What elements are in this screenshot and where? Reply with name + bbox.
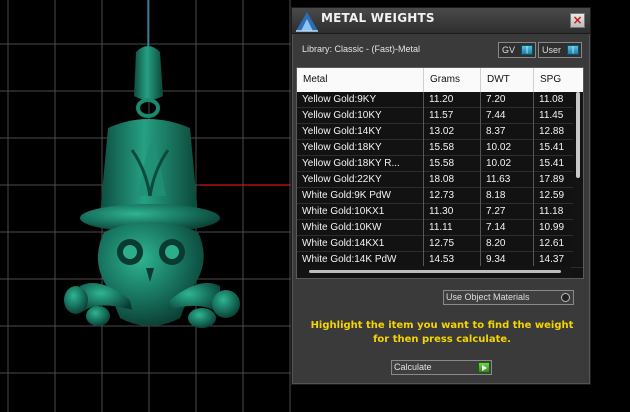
use-object-materials-option[interactable]: Use Object Materials <box>443 290 574 305</box>
toggle-on-icon: | <box>521 45 533 55</box>
user-toggle-label: User <box>542 45 562 55</box>
cell-dwt: 8.37 <box>481 124 534 140</box>
table-row[interactable]: Yellow Gold:9KY 11.20 7.20 11.08 <box>297 92 583 108</box>
calculate-label: Calculate <box>394 362 432 372</box>
instructions-text: Highlight the item you want to find the … <box>304 319 580 347</box>
table-row[interactable]: Yellow Gold:10KY 11.57 7.44 11.45 <box>297 108 583 124</box>
cell-grams: 13.02 <box>424 124 481 140</box>
cell-metal: Yellow Gold:22KY <box>297 172 424 188</box>
horizontal-scroll-thumb[interactable] <box>309 270 561 273</box>
table-row[interactable]: White Gold:10KW 11.11 7.14 10.99 <box>297 220 583 236</box>
user-library-toggle[interactable]: User | <box>538 42 582 58</box>
cell-metal: Yellow Gold:9KY <box>297 92 424 108</box>
table-body: Yellow Gold:9KY 11.20 7.20 11.08 Yellow Gold… <box>297 92 583 268</box>
cell-metal: White Gold:10KX1 <box>297 204 424 220</box>
cell-metal: White Gold:14KX1 <box>297 236 424 252</box>
table-header: Metal Grams DWT SPG <box>297 68 583 92</box>
cell-dwt: 8.20 <box>481 236 534 252</box>
metal-weights-table[interactable]: Metal Grams DWT SPG Yellow Gold:9KY 11.20… <box>296 67 584 279</box>
cell-metal: Yellow Gold:18KY R... <box>297 156 424 172</box>
close-button[interactable]: × <box>570 13 585 28</box>
toggle-on-icon: | <box>567 45 579 55</box>
cell-dwt: 7.44 <box>481 108 534 124</box>
column-header-metal[interactable]: Metal <box>297 68 424 92</box>
dialog-titlebar[interactable]: METAL WEIGHTS × <box>292 8 590 34</box>
library-label: Library: Classic - (Fast)-Metal <box>302 44 421 54</box>
cell-grams: 12.75 <box>424 236 481 252</box>
gv-toggle-label: GV <box>502 45 516 55</box>
radio-icon[interactable] <box>561 293 570 302</box>
play-arrow-icon <box>478 362 490 373</box>
vertical-scroll-thumb[interactable] <box>576 92 580 178</box>
cell-dwt: 7.14 <box>481 220 534 236</box>
table-row[interactable]: White Gold:14KX1 12.75 8.20 12.61 <box>297 236 583 252</box>
cell-dwt: 11.63 <box>481 172 534 188</box>
cell-metal: Yellow Gold:18KY <box>297 140 424 156</box>
cell-grams: 11.57 <box>424 108 481 124</box>
dialog-title: METAL WEIGHTS <box>321 11 435 25</box>
cell-grams: 12.73 <box>424 188 481 204</box>
metal-weights-dialog: METAL WEIGHTS × Library: Classic - (Fast… <box>291 7 591 385</box>
cell-metal: Yellow Gold:14KY <box>297 124 424 140</box>
table-row[interactable]: White Gold:10KX1 11.30 7.27 11.18 <box>297 204 583 220</box>
cell-metal: White Gold:10KW <box>297 220 424 236</box>
horizontal-scrollbar[interactable] <box>297 266 571 278</box>
close-icon: × <box>572 13 583 27</box>
cell-grams: 11.11 <box>424 220 481 236</box>
table-row[interactable]: Yellow Gold:18KY 15.58 10.02 15.41 <box>297 140 583 156</box>
cell-dwt: 7.27 <box>481 204 534 220</box>
column-header-spg[interactable]: SPG <box>534 68 583 92</box>
cell-grams: 15.58 <box>424 156 481 172</box>
cell-grams: 15.58 <box>424 140 481 156</box>
cell-grams: 18.08 <box>424 172 481 188</box>
table-row[interactable]: White Gold:9K PdW 12.73 8.18 12.59 <box>297 188 583 204</box>
cell-dwt: 10.02 <box>481 140 534 156</box>
cell-dwt: 8.18 <box>481 188 534 204</box>
column-header-grams[interactable]: Grams <box>424 68 481 92</box>
cell-dwt: 7.20 <box>481 92 534 108</box>
instructions-line-2: for then press calculate. <box>373 334 511 345</box>
table-row[interactable]: Yellow Gold:22KY 18.08 11.63 17.89 <box>297 172 583 188</box>
gv-library-toggle[interactable]: GV | <box>498 42 536 58</box>
column-header-dwt[interactable]: DWT <box>481 68 534 92</box>
cell-grams: 11.30 <box>424 204 481 220</box>
skull-pendant-model[interactable] <box>64 46 240 328</box>
cell-metal: White Gold:9K PdW <box>297 188 424 204</box>
vertical-scrollbar[interactable] <box>573 92 583 264</box>
instructions-line-1: Highlight the item you want to find the … <box>310 320 574 331</box>
cell-grams: 11.20 <box>424 92 481 108</box>
use-object-materials-label: Use Object Materials <box>446 292 530 302</box>
calculate-button[interactable]: Calculate <box>391 360 492 375</box>
table-row[interactable]: Yellow Gold:18KY R... 15.58 10.02 15.41 <box>297 156 583 172</box>
table-row[interactable]: Yellow Gold:14KY 13.02 8.37 12.88 <box>297 124 583 140</box>
cell-metal: Yellow Gold:10KY <box>297 108 424 124</box>
app-logo-icon <box>296 12 318 32</box>
cell-dwt: 10.02 <box>481 156 534 172</box>
